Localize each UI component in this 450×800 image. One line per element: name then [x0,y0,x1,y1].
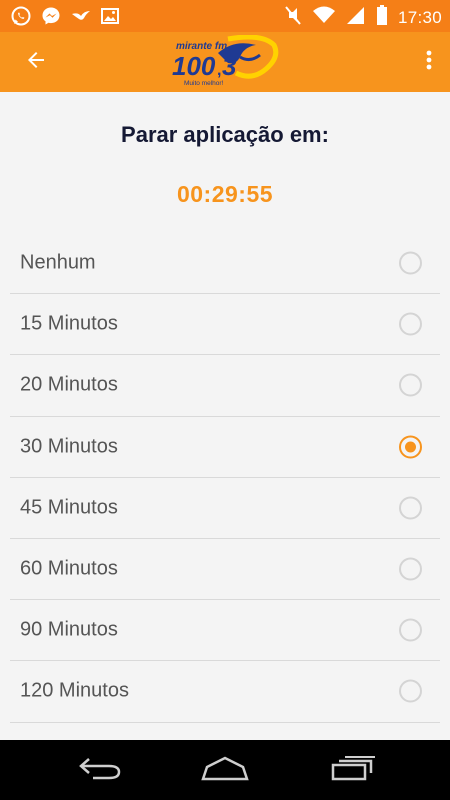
svg-text:3: 3 [222,51,237,81]
radio-button[interactable] [399,496,422,520]
radio-button[interactable] [399,251,422,275]
overflow-menu-button[interactable] [422,44,436,80]
bird-icon [70,5,92,32]
system-icons: 17:30 [284,4,442,31]
system-nav-bar [0,740,450,800]
more-vert-icon [426,48,432,77]
radio-button[interactable] [399,373,422,397]
option-120-minutos[interactable]: 120 Minutos [10,661,440,723]
wifi-icon [312,4,336,31]
sleep-timer-screen: Parar aplicação em: 00:29:55 Nenhum 15 M… [0,92,450,740]
timer-options-list: Nenhum 15 Minutos 20 Minutos 30 Minutos … [10,233,440,723]
option-15-minutos[interactable]: 15 Minutos [10,294,440,356]
radio-button[interactable] [399,618,422,642]
option-90-minutos[interactable]: 90 Minutos [10,600,440,662]
notification-icons [10,5,120,32]
option-label: 90 Minutos [20,618,118,641]
countdown-timer: 00:29:55 [176,181,274,207]
option-30-minutos[interactable]: 30 Minutos [10,417,440,478]
option-45-minutos[interactable]: 45 Minutos [10,478,440,539]
mute-icon [284,4,302,31]
svg-text:,: , [217,62,221,79]
status-bar: 17:30 [0,0,450,32]
svg-text:Muito melhor!: Muito melhor! [184,80,224,87]
whatsapp-icon [10,5,32,32]
battery-icon [376,4,388,31]
arrow-left-icon [24,48,48,77]
app-bar: 100 , 3 mirante fm Muito melhor! [0,32,450,92]
svg-text:100: 100 [172,51,216,81]
radio-button-selected[interactable] [399,435,422,459]
radio-button[interactable] [399,679,422,703]
nav-back-button[interactable] [75,754,125,786]
back-button[interactable] [18,44,54,80]
option-label: Nenhum [20,251,96,274]
option-60-minutos[interactable]: 60 Minutos [10,539,440,601]
page-title: Parar aplicação em: [121,122,329,147]
status-time: 17:30 [397,7,442,27]
option-label: 60 Minutos [20,557,118,580]
station-logo: 100 , 3 mirante fm Muito melhor! [170,34,280,89]
option-label: 15 Minutos [20,312,118,335]
nav-recents-button[interactable] [328,754,378,786]
option-nenhum[interactable]: Nenhum [10,233,440,295]
nav-home-button[interactable] [200,754,250,786]
option-label: 45 Minutos [20,496,118,519]
home-nav-icon [201,755,249,786]
radio-button[interactable] [399,557,422,581]
radio-button[interactable] [399,312,422,336]
recents-nav-icon [330,755,376,786]
option-label: 30 Minutos [20,435,118,458]
svg-text:mirante fm: mirante fm [176,41,227,52]
option-20-minutos[interactable]: 20 Minutos [10,355,440,417]
image-icon [100,6,120,31]
signal-icon [346,4,366,31]
messenger-icon [40,5,62,32]
back-nav-icon [77,755,123,786]
option-label: 20 Minutos [20,373,118,396]
option-label: 120 Minutos [20,679,129,702]
